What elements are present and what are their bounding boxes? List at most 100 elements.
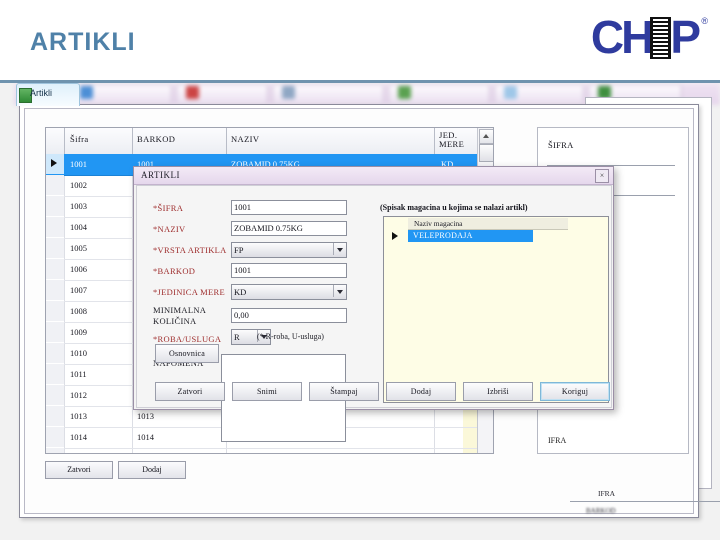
search-sifra-label: ŠIFRA (548, 140, 574, 150)
field-select-jedinica-value: KD (234, 287, 247, 297)
row-marker (46, 280, 64, 300)
slide-header: ARTIKLI CH P ® (0, 0, 720, 83)
tab-artikli-label: Artikli (30, 88, 52, 98)
background-footer-label-2: BARKOD (586, 507, 616, 515)
warehouse-column-header: Naziv magacina (408, 218, 568, 230)
row-marker (46, 196, 64, 216)
column-header-sifra: Šifra (70, 134, 89, 144)
cell-sifra: 1004 (70, 222, 87, 232)
warehouse-column-label: Naziv magacina (414, 219, 463, 228)
field-input-barkod[interactable]: 1001 (231, 263, 347, 278)
ribbon-icon-5 (504, 86, 517, 99)
cell-sifra: 1011 (70, 369, 87, 379)
dialog-correct-button[interactable]: Koriguj (540, 382, 610, 401)
roba-usluga-hint: (* R-roba, U-usluga) (257, 332, 324, 341)
row-marker (46, 427, 64, 447)
tab-artikli[interactable]: Artikli (16, 83, 80, 106)
field-label-barkod: *BARKOD (153, 266, 196, 276)
zipper-icon (650, 17, 672, 59)
field-select-vrsta-value: FP (234, 245, 244, 255)
background-footer-label: IFRA (598, 489, 616, 498)
logo-text-left: CH (590, 11, 654, 63)
ribbon-icon-1 (80, 86, 93, 99)
row-marker (46, 301, 64, 321)
dialog-add-button[interactable]: Dodaj (386, 382, 456, 401)
row-marker (46, 385, 64, 405)
artikli-edit-dialog: ARTIKLI × *ŠIFRA 1001 *NAZIV ZOBAMID 0.7… (133, 166, 614, 442)
warehouse-caption: (Spisak magacina u kojima se nalazi arti… (380, 203, 528, 212)
dialog-save-button[interactable]: Snimi (232, 382, 302, 401)
dialog-title-label: ARTIKLI (141, 170, 180, 180)
ribbon-icon-4 (398, 86, 411, 99)
row-marker (46, 343, 64, 363)
grid-header-row: Šifra BARKOD NAZIV JED. MERE (46, 128, 493, 155)
field-label-minimalna: MINIMALNA (153, 305, 207, 315)
field-label-jedinica-mere: *JEDINICA MERE (153, 287, 225, 297)
scroll-up-icon[interactable] (479, 129, 493, 144)
close-icon[interactable]: × (595, 169, 609, 183)
field-input-minimalna-kolicina[interactable]: 0,00 (231, 308, 347, 323)
row-marker (46, 406, 64, 426)
row-marker (46, 217, 64, 237)
cell-sifra: 1013 (70, 411, 87, 421)
chevron-down-icon[interactable] (333, 285, 346, 297)
row-marker (46, 322, 64, 342)
row-marker (46, 175, 64, 195)
warehouse-row-label: VELEPRODAJA (413, 231, 473, 240)
cell-sifra: 1009 (70, 327, 87, 337)
cell-sifra: 1012 (70, 390, 87, 400)
field-select-roba-value: R (234, 332, 240, 342)
cell-sifra: 1014 (70, 432, 87, 442)
field-label-vrsta-artikla: *VRSTA ARTIKLA (153, 245, 227, 255)
dialog-title-bar[interactable]: ARTIKLI × (134, 167, 613, 185)
column-header-naziv: NAZIV (231, 134, 260, 144)
table-row[interactable]: 1015 1015 (46, 448, 493, 454)
field-input-naziv[interactable]: ZOBAMID 0.75KG (231, 221, 347, 236)
cell-sifra: 1006 (70, 264, 87, 274)
dialog-body: *ŠIFRA 1001 *NAZIV ZOBAMID 0.75KG *VRSTA… (136, 185, 612, 442)
search-panel-footer-label: IFRA (548, 436, 567, 445)
cell-sifra: 1008 (70, 306, 87, 316)
row-marker (46, 448, 64, 453)
registered-mark: ® (701, 16, 708, 26)
bottom-divider (570, 501, 720, 502)
cell-barkod: 1015 (137, 453, 154, 454)
osnovnica-button[interactable]: Osnovnica (155, 344, 219, 363)
dialog-print-button[interactable]: Štampaj (309, 382, 379, 401)
ribbon-icon-3 (282, 86, 295, 99)
dialog-close-button[interactable]: Zatvori (155, 382, 225, 401)
logo-text-right: P (670, 11, 701, 63)
cell-sifra: 1007 (70, 285, 87, 295)
scrollbar-thumb[interactable] (479, 144, 493, 162)
cell-sifra: 1005 (70, 243, 87, 253)
main-close-button[interactable]: Zatvori (45, 461, 113, 479)
main-add-button[interactable]: Dodaj (118, 461, 186, 479)
row-selector-icon (51, 159, 57, 167)
column-header-barkod: BARKOD (137, 134, 176, 144)
cell-sifra: 1003 (70, 201, 87, 211)
field-select-vrsta-artikla[interactable]: FP (231, 242, 347, 258)
page-title: ARTIKLI (30, 28, 136, 56)
cell-barkod: 1014 (137, 432, 154, 442)
chip-logo: CH P (590, 11, 701, 63)
field-input-sifra[interactable]: 1001 (231, 200, 347, 215)
row-marker (46, 364, 64, 384)
dialog-delete-button[interactable]: Izbriši (463, 382, 533, 401)
field-select-jedinica-mere[interactable]: KD (231, 284, 347, 300)
field-label-sifra: *ŠIFRA (153, 203, 184, 213)
cell-barkod: 1013 (137, 411, 154, 421)
search-sifra-input[interactable] (547, 152, 675, 166)
row-marker (46, 259, 64, 279)
cell-sifra: 1015 (70, 453, 87, 454)
ribbon-icon-2 (186, 86, 199, 99)
warehouse-list[interactable]: Naziv magacina VELEPRODAJA (383, 216, 609, 403)
column-header-jed-mere: JED. MERE (439, 130, 465, 149)
warehouse-row[interactable]: VELEPRODAJA (408, 230, 533, 242)
chevron-down-icon[interactable] (333, 243, 346, 255)
field-label-kolicina: KOLIČINA (153, 316, 197, 326)
row-selector-icon (392, 232, 398, 240)
field-label-roba-usluga: *ROBA/USLUGA (153, 334, 222, 344)
field-label-naziv: *NAZIV (153, 224, 186, 234)
cell-sifra: 1010 (70, 348, 87, 358)
cell-sifra: 1002 (70, 180, 87, 190)
